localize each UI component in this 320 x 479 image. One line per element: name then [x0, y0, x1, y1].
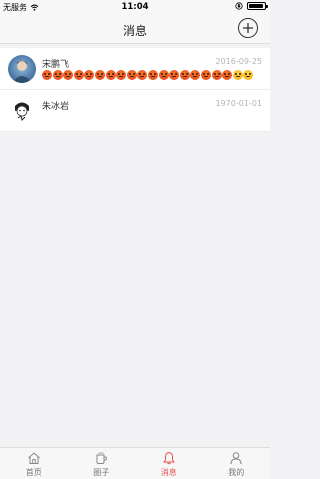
conversation-row[interactable]: 朱冰岩 1970-01-01 [0, 90, 270, 132]
status-bar: 无服务 11:04 [0, 0, 270, 14]
tab-label: 首页 [25, 468, 42, 477]
crying-emoji-icon [232, 69, 243, 80]
angry-emoji-icon [73, 69, 84, 80]
home-icon [27, 452, 40, 464]
angry-emoji-icon [147, 69, 158, 80]
message-date: 2016-09-25 [215, 57, 263, 66]
crying-emoji-icon [243, 69, 254, 80]
angry-emoji-icon [84, 69, 95, 80]
conversation-list: 宋鹏飞 2016-09-25 朱冰岩 1970-01-01 [0, 48, 270, 132]
tab-home[interactable]: 首页 [0, 448, 68, 479]
angry-emoji-icon [169, 69, 180, 80]
battery-icon [247, 2, 268, 10]
nav-bar: 消息 [0, 14, 270, 44]
clock: 11:04 [121, 2, 149, 12]
angry-emoji-icon [63, 69, 74, 80]
angry-emoji-icon [190, 69, 201, 80]
bell-icon [162, 451, 175, 465]
angry-emoji-icon [94, 69, 105, 80]
battery-fill [249, 4, 263, 8]
angry-emoji-icon [211, 69, 222, 80]
status-right [235, 2, 268, 10]
tab-label: 圈子 [93, 468, 110, 477]
orientation-lock-icon [235, 2, 243, 10]
tab-label: 消息 [160, 468, 177, 477]
tab-profile[interactable]: 我的 [203, 448, 271, 479]
avatar [8, 55, 36, 83]
angry-emoji-icon [158, 69, 169, 80]
angry-emoji-icon [222, 69, 233, 80]
contact-name: 朱冰岩 [42, 102, 70, 112]
angry-emoji-icon [105, 69, 116, 80]
conversation-row[interactable]: 宋鹏飞 2016-09-25 [0, 48, 270, 90]
angry-emoji-icon [116, 69, 127, 80]
angry-emoji-icon [42, 69, 52, 80]
message-preview [42, 69, 270, 81]
avatar [8, 97, 36, 125]
page-title: 消息 [122, 24, 147, 38]
cup-icon [96, 452, 108, 464]
angry-emoji-icon [52, 69, 63, 80]
message-date: 1970-01-01 [215, 99, 263, 108]
angry-emoji-icon [179, 69, 190, 80]
angry-emoji-icon [137, 69, 148, 80]
tab-bar: 首页 圈子 消息 我的 [0, 447, 270, 479]
tab-messages[interactable]: 消息 [135, 448, 203, 479]
tab-label: 我的 [228, 468, 245, 477]
tab-circle[interactable]: 圈子 [68, 448, 136, 479]
angry-emoji-icon [126, 69, 137, 80]
user-icon [230, 452, 242, 465]
plus-icon [243, 23, 253, 33]
add-button[interactable] [238, 18, 258, 38]
angry-emoji-icon [200, 69, 211, 80]
